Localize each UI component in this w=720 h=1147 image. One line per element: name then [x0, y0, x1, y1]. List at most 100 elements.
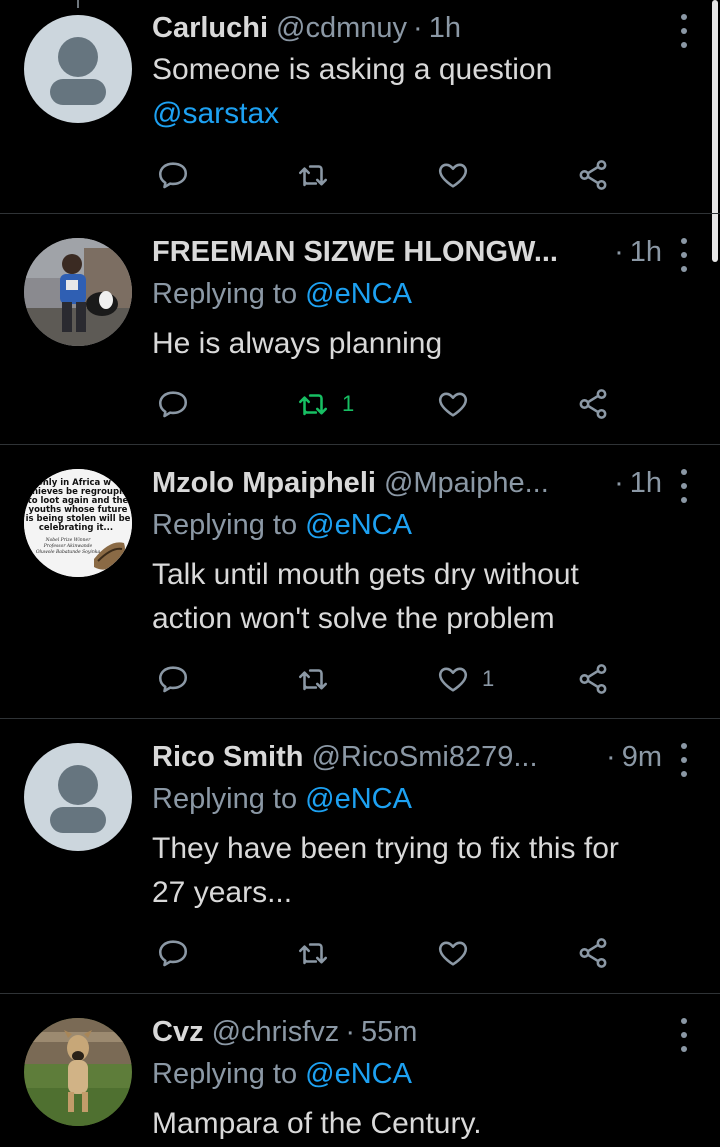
tweet-header: Cvz @chrisfvz · 55m: [152, 1012, 690, 1052]
tweet-header: FREEMAN SIZWE HLONGW... · 1h: [152, 232, 690, 272]
more-options-icon[interactable]: [678, 743, 690, 777]
timestamp[interactable]: 1h: [630, 467, 662, 500]
like-button[interactable]: 1: [436, 659, 494, 699]
avatar[interactable]: only in Africa w thieves be regroupin to…: [24, 469, 132, 577]
tweet[interactable]: Carluchi @cdmnuy · 1h Someone is asking …: [0, 0, 720, 214]
tweet-text: Someone is asking a question @sarstax: [152, 48, 680, 136]
avatar[interactable]: [24, 1018, 132, 1126]
avatar[interactable]: [24, 743, 132, 851]
tweet-text-line: Someone is asking a question: [152, 53, 553, 86]
separator: ·: [614, 235, 624, 268]
user-handle[interactable]: @RicoSmi8279...: [311, 741, 537, 774]
tweet-text-line: Talk until mouth gets dry without: [152, 558, 579, 591]
tweet[interactable]: FREEMAN SIZWE HLONGW... · 1h Replying to…: [0, 214, 720, 445]
tweet[interactable]: Rico Smith @RicoSmi8279... · 9m Replying…: [0, 719, 720, 994]
share-button[interactable]: [576, 933, 610, 973]
display-name[interactable]: Mzolo Mpaipheli: [152, 467, 376, 500]
timeline[interactable]: Carluchi @cdmnuy · 1h Someone is asking …: [0, 0, 720, 1147]
separator: ·: [345, 1015, 355, 1048]
replying-to: Replying to @eNCA: [152, 1058, 412, 1091]
tweet-header: Carluchi @cdmnuy · 1h: [152, 8, 690, 48]
more-options-icon[interactable]: [678, 238, 690, 272]
reply-button[interactable]: [156, 384, 190, 424]
retweet-icon: [298, 669, 328, 691]
share-icon: [579, 389, 607, 419]
heart-icon: [438, 667, 468, 692]
like-button[interactable]: [436, 384, 470, 424]
user-handle[interactable]: @chrisfvz: [212, 1016, 340, 1049]
reply-icon: [158, 162, 188, 189]
user-handle[interactable]: @cdmnuy: [276, 12, 407, 45]
retweet-button[interactable]: 1: [296, 384, 354, 424]
like-count: 1: [482, 666, 495, 691]
tweet-text-line: Mampara of the Century.: [152, 1107, 482, 1140]
action-bar: 1: [152, 384, 632, 424]
separator: ·: [614, 466, 624, 499]
quote-image: only in Africa w thieves be regroupin to…: [24, 469, 132, 577]
avatar[interactable]: [24, 238, 132, 346]
display-name[interactable]: Carluchi: [152, 12, 268, 45]
more-options-icon[interactable]: [678, 469, 690, 503]
reply-button[interactable]: [156, 155, 190, 195]
tweet-text: Mampara of the Century.: [152, 1102, 680, 1146]
mention-link[interactable]: @eNCA: [305, 783, 412, 815]
tweet-text: Talk until mouth gets dry without action…: [152, 553, 680, 641]
separator: ·: [413, 11, 423, 44]
share-icon: [579, 160, 607, 190]
mention-link[interactable]: @sarstax: [152, 92, 680, 136]
reply-icon: [158, 940, 188, 967]
replying-to-label: Replying to: [152, 278, 306, 310]
more-options-icon[interactable]: [678, 14, 690, 48]
share-icon: [579, 664, 607, 694]
tweet-text: They have been trying to fix this for 27…: [152, 827, 680, 915]
mention-link[interactable]: @eNCA: [305, 278, 412, 310]
action-bar: [152, 933, 632, 973]
replying-to: Replying to @eNCA: [152, 509, 412, 542]
tweet[interactable]: only in Africa w thieves be regroupin to…: [0, 445, 720, 719]
like-button[interactable]: [436, 155, 470, 195]
quote-attribution: Professor Akinwande: [43, 543, 93, 549]
user-photo-image: [24, 238, 132, 346]
default-avatar-icon: [50, 37, 106, 105]
retweet-button[interactable]: [296, 659, 330, 699]
heart-icon: [438, 163, 468, 188]
share-button[interactable]: [576, 155, 610, 195]
timestamp[interactable]: 1h: [429, 12, 461, 45]
retweet-icon: [298, 394, 328, 416]
more-options-icon[interactable]: [678, 1018, 690, 1052]
tweet[interactable]: Cvz @chrisfvz · 55m Replying to @eNCA Ma…: [0, 994, 720, 1147]
like-button[interactable]: [436, 933, 470, 973]
timestamp[interactable]: 9m: [622, 741, 662, 774]
retweet-button[interactable]: [296, 933, 330, 973]
mention-link[interactable]: @eNCA: [305, 509, 412, 541]
action-bar: [152, 155, 632, 195]
display-name[interactable]: FREEMAN SIZWE HLONGW...: [152, 236, 558, 269]
tweet-header: Rico Smith @RicoSmi8279... · 9m: [152, 737, 690, 777]
tweet-header: Mzolo Mpaipheli @Mpaiphe... · 1h: [152, 463, 690, 503]
replying-to-label: Replying to: [152, 1058, 306, 1090]
quote-attribution: Oluwole Babatunde Soyinka: [36, 549, 101, 555]
separator: ·: [606, 740, 616, 773]
user-handle[interactable]: @Mpaiphe...: [384, 467, 549, 500]
replying-to: Replying to @eNCA: [152, 278, 412, 311]
share-button[interactable]: [576, 384, 610, 424]
avatar[interactable]: [24, 15, 132, 123]
quote-attribution: Nobel Prize Winner: [45, 537, 92, 543]
tweet-text-line: action won't solve the problem: [152, 602, 555, 635]
mention-link[interactable]: @eNCA: [305, 1058, 412, 1090]
reply-icon: [158, 666, 188, 693]
action-bar: 1: [152, 659, 632, 699]
retweet-count: 1: [342, 391, 355, 416]
heart-icon: [438, 941, 468, 966]
replying-to-label: Replying to: [152, 783, 306, 815]
share-button[interactable]: [576, 659, 610, 699]
reply-button[interactable]: [156, 933, 190, 973]
retweet-button[interactable]: [296, 155, 330, 195]
timestamp[interactable]: 55m: [361, 1016, 417, 1049]
display-name[interactable]: Rico Smith: [152, 741, 303, 774]
timestamp[interactable]: 1h: [630, 236, 662, 269]
replying-to: Replying to @eNCA: [152, 783, 412, 816]
reply-button[interactable]: [156, 659, 190, 699]
display-name[interactable]: Cvz: [152, 1016, 204, 1049]
tweet-text-line: He is always planning: [152, 327, 443, 360]
